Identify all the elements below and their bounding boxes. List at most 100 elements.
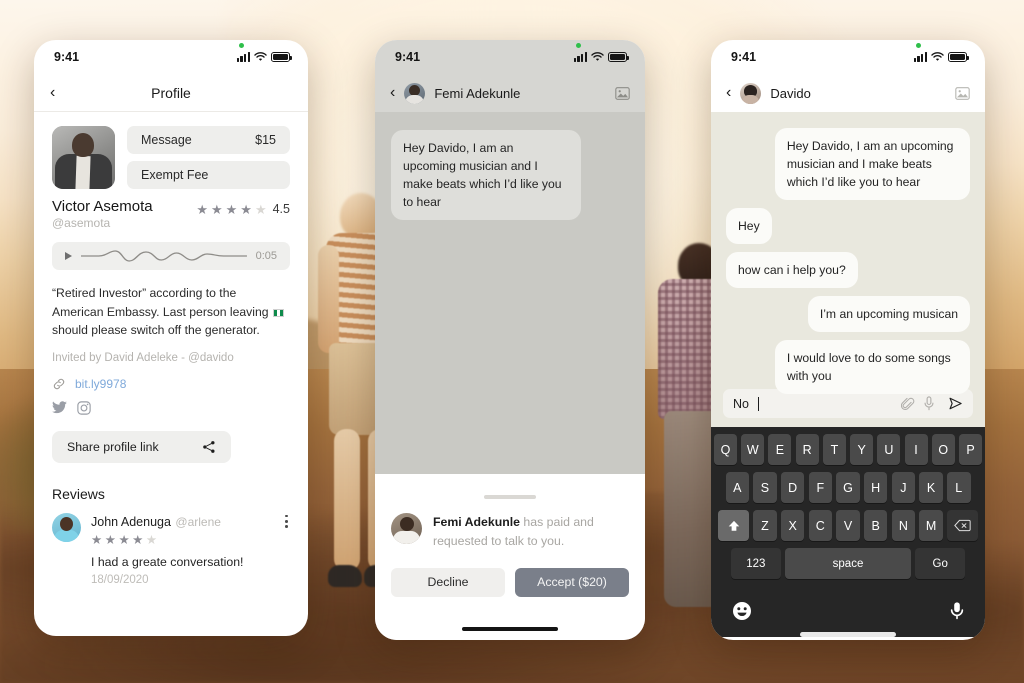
back-icon[interactable]: ‹ <box>390 85 395 101</box>
share-button-label: Share profile link <box>67 439 159 454</box>
contact-avatar[interactable] <box>404 82 426 104</box>
message-row: how can i help you? <box>726 252 970 289</box>
keyboard-row-1: Q W E R T Y U I O P <box>714 434 982 465</box>
accept-button[interactable]: Accept ($20) <box>515 567 629 597</box>
message-row: Hey Davido, I am an upcoming musician an… <box>726 128 970 201</box>
key-q[interactable]: Q <box>714 434 738 465</box>
review-date: 18/09/2020 <box>91 574 149 587</box>
exempt-fee-label: Exempt Fee <box>141 168 209 182</box>
star-icon: ★ <box>225 201 238 217</box>
status-bar: 9:41 <box>34 40 308 74</box>
chat-messages: Hey Davido, I am an upcoming musician an… <box>711 112 985 395</box>
star-icon: ★ <box>240 201 252 217</box>
audio-duration: 0:05 <box>255 250 277 262</box>
status-time: 9:41 <box>731 50 757 64</box>
contact-name: Davido <box>770 85 811 101</box>
key-c[interactable]: C <box>808 510 833 541</box>
key-g[interactable]: G <box>836 472 860 503</box>
microphone-icon[interactable] <box>950 601 964 620</box>
space-key[interactable]: space <box>785 548 911 579</box>
microphone-icon[interactable] <box>923 396 935 411</box>
profile-header: ‹ Profile <box>34 74 308 112</box>
star-icon: ★ <box>104 532 116 547</box>
decline-button[interactable]: Decline <box>391 567 505 597</box>
key-o[interactable]: O <box>931 434 955 465</box>
signal-icon <box>913 52 927 62</box>
key-i[interactable]: I <box>904 434 928 465</box>
send-icon[interactable] <box>948 396 963 411</box>
key-y[interactable]: Y <box>850 434 874 465</box>
contact-avatar[interactable] <box>740 82 762 104</box>
status-bar: 9:41 <box>375 40 645 74</box>
key-u[interactable]: U <box>877 434 901 465</box>
share-profile-link-button[interactable]: Share profile link <box>52 430 231 463</box>
social-icons <box>52 400 290 415</box>
star-icon: ★ <box>91 532 103 547</box>
image-gallery-icon[interactable] <box>955 86 970 100</box>
key-t[interactable]: T <box>822 434 846 465</box>
key-w[interactable]: W <box>741 434 765 465</box>
shift-icon[interactable] <box>718 510 749 541</box>
key-k[interactable]: K <box>919 472 943 503</box>
key-a[interactable]: A <box>725 472 749 503</box>
key-b[interactable]: B <box>863 510 888 541</box>
image-gallery-icon[interactable] <box>615 86 630 100</box>
key-s[interactable]: S <box>753 472 777 503</box>
play-icon[interactable] <box>65 252 72 260</box>
instagram-icon[interactable] <box>77 400 91 415</box>
key-m[interactable]: M <box>919 510 943 541</box>
key-x[interactable]: X <box>780 510 805 541</box>
status-time: 9:41 <box>54 50 80 64</box>
key-e[interactable]: E <box>768 434 792 465</box>
star-icon-empty: ★ <box>254 201 267 217</box>
page-title: Profile <box>151 84 191 101</box>
contact-name: Femi Adekunle <box>434 85 521 101</box>
rating: ★ ★ ★ ★ ★ 4.5 <box>196 202 290 216</box>
back-icon[interactable]: ‹ <box>726 85 731 101</box>
recording-dot-icon <box>575 43 581 48</box>
rating-value: 4.5 <box>272 202 290 216</box>
message-row: I’m an upcoming musican <box>726 296 970 333</box>
key-r[interactable]: R <box>795 434 819 465</box>
key-h[interactable]: H <box>863 472 888 503</box>
kebab-menu-icon[interactable] <box>285 514 288 529</box>
audio-player[interactable]: 0:05 <box>52 242 290 270</box>
review-text: I had a greate conversation! <box>91 555 244 570</box>
status-time: 9:41 <box>395 50 421 64</box>
key-z[interactable]: Z <box>753 510 777 541</box>
message-bubble-incoming: how can i help you? <box>726 252 858 289</box>
home-indicator[interactable] <box>462 626 558 631</box>
key-f[interactable]: F <box>808 472 833 503</box>
backspace-icon[interactable] <box>947 510 978 541</box>
message-label: Message <box>141 133 192 147</box>
profile-name-row: Victor Asemota @asemota ★ ★ ★ ★ ★ 4.5 <box>52 198 290 230</box>
paperclip-icon[interactable] <box>901 397 915 411</box>
key-d[interactable]: D <box>780 472 805 503</box>
home-indicator[interactable] <box>800 632 896 637</box>
key-j[interactable]: J <box>891 472 916 503</box>
requester-avatar <box>391 513 422 545</box>
exempt-fee-button[interactable]: Exempt Fee <box>127 161 290 189</box>
profile-link-row[interactable]: bit.ly9978 <box>52 377 290 391</box>
battery-icon <box>608 52 630 62</box>
key-p[interactable]: P <box>958 434 982 465</box>
request-message: Femi Adekunle has paid and requested to … <box>433 513 629 550</box>
sheet-grabber[interactable] <box>484 495 536 500</box>
phone-chat-request-screen: 9:41 ‹ Femi Adekunle Hey Davido, I am an… <box>375 40 645 640</box>
key-v[interactable]: V <box>836 510 860 541</box>
star-icon: ★ <box>196 201 208 217</box>
reviewer-avatar <box>52 512 81 542</box>
go-key[interactable]: Go <box>915 548 966 579</box>
message-button[interactable]: Message $15 <box>127 126 290 154</box>
status-bar: 9:41 <box>711 40 985 74</box>
status-icons <box>913 43 970 62</box>
wifi-icon <box>591 52 604 61</box>
key-n[interactable]: N <box>891 510 916 541</box>
emoji-icon[interactable] <box>732 601 752 621</box>
numbers-key[interactable]: 123 <box>730 548 781 579</box>
key-l[interactable]: L <box>947 472 971 503</box>
reviewer-handle: @arlene <box>175 514 221 529</box>
twitter-icon[interactable] <box>52 401 67 414</box>
profile-link-text[interactable]: bit.ly9978 <box>75 377 126 391</box>
signal-icon <box>236 52 250 62</box>
